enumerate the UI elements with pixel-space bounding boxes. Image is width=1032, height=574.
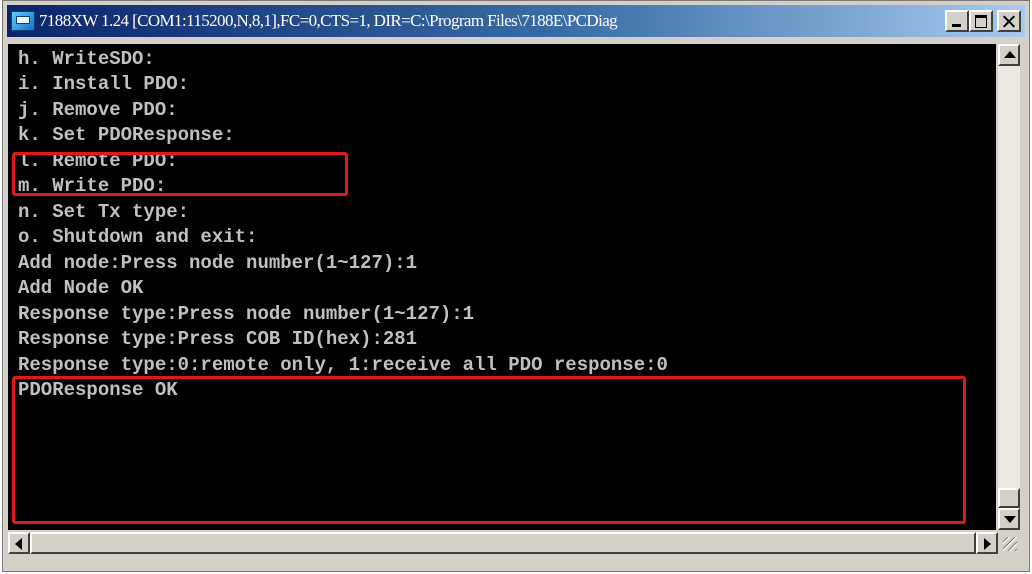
horizontal-scroll-thumb[interactable] [30, 532, 976, 554]
console-line: j. Remove PDO: [18, 99, 178, 121]
vertical-scroll-thumb[interactable] [998, 488, 1020, 508]
console-line: Response type:0:remote only, 1:receive a… [18, 354, 668, 376]
close-icon[interactable] [997, 10, 1021, 32]
maximize-icon[interactable] [969, 10, 993, 32]
minimize-icon[interactable] [945, 10, 969, 32]
horizontal-scrollbar[interactable] [8, 532, 998, 554]
console-app-icon[interactable] [11, 11, 35, 31]
scroll-down-arrow-icon[interactable] [998, 508, 1020, 530]
console-line: n. Set Tx type: [18, 201, 190, 223]
console-line: h. WriteSDO: [18, 48, 155, 70]
console-line: Response type:Press node number(1~127):1 [18, 303, 475, 325]
scroll-up-arrow-icon[interactable] [998, 44, 1020, 66]
highlight-box-response-output [12, 376, 966, 524]
window-title: 7188XW 1.24 [COM1:115200,N,8,1],FC=0,CTS… [39, 11, 618, 30]
console-line: k. Set PDOResponse: [18, 124, 235, 146]
scroll-right-arrow-icon[interactable] [976, 532, 998, 554]
title-bar[interactable]: 7188XW 1.24 [COM1:115200,N,8,1],FC=0,CTS… [7, 5, 1025, 37]
console-line: o. Shutdown and exit: [18, 226, 258, 248]
scroll-left-arrow-icon[interactable] [8, 532, 30, 554]
highlight-box-set-pdoresponse [12, 152, 348, 196]
resize-grip-icon[interactable] [998, 532, 1020, 554]
vertical-scrollbar[interactable] [998, 44, 1020, 530]
console-line: i. Install PDO: [18, 73, 190, 95]
console-line: Add node:Press node number(1~127):1 [18, 252, 418, 274]
console-line: Add Node OK [18, 277, 144, 299]
console-line: Response type:Press COB ID(hex):281 [18, 328, 418, 350]
